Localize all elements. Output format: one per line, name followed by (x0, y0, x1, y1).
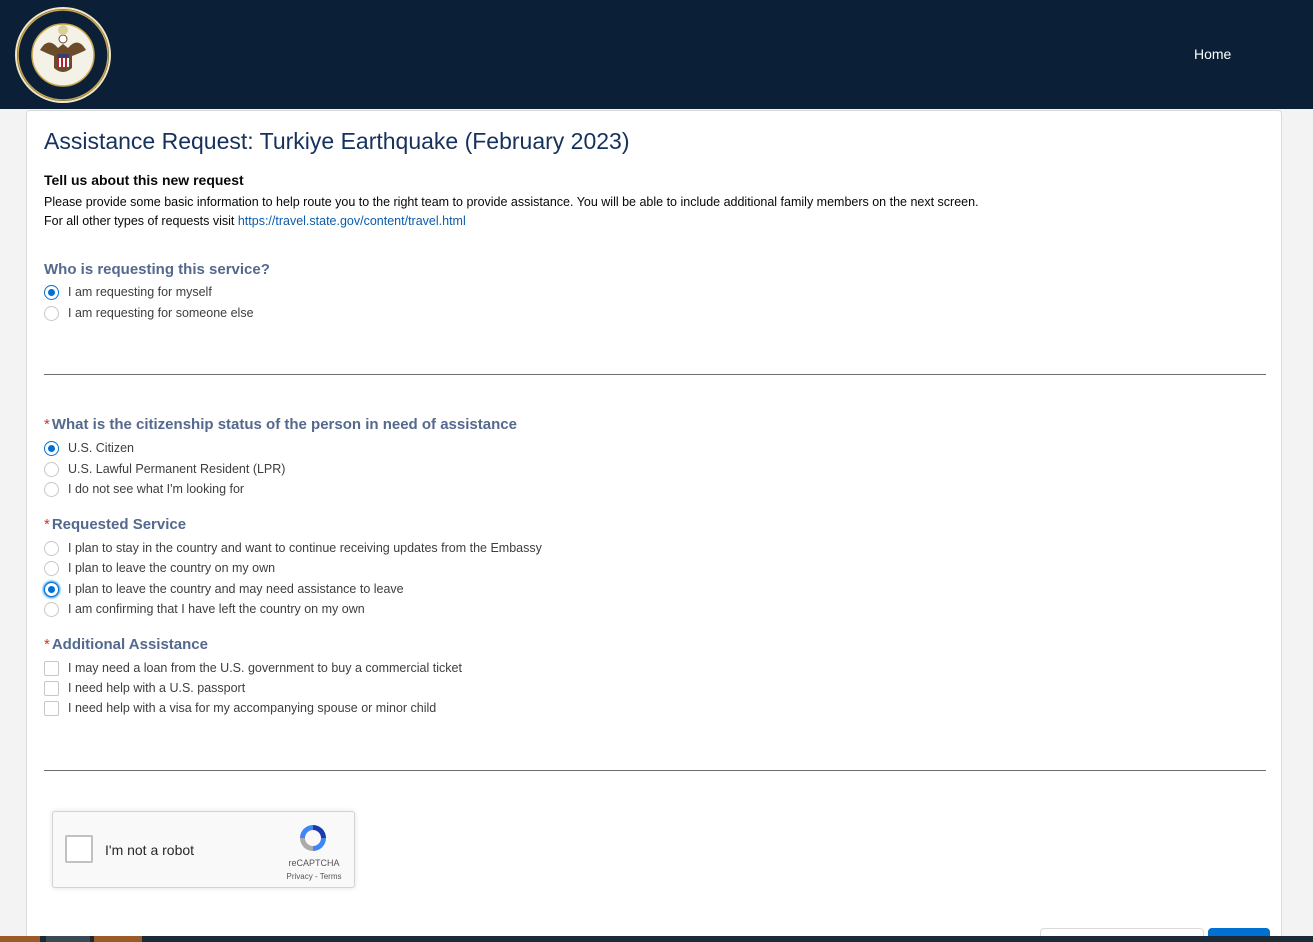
required-asterisk: * (44, 516, 50, 533)
recaptcha-label: I'm not a robot (105, 842, 195, 858)
recaptcha-logo-icon (300, 825, 326, 851)
form-subtitle: Tell us about this new request (44, 172, 244, 188)
citizenship-option-not-listed[interactable]: I do not see what I'm looking for (44, 480, 244, 498)
assistance-option-label: I need help with a U.S. passport (68, 681, 246, 695)
top-navigation-bar: Home (0, 0, 1313, 109)
strip-segment (0, 936, 40, 942)
service-option-confirm-left[interactable]: I am confirming that I have left the cou… (44, 600, 365, 618)
service-option-label: I plan to leave the country and may need… (68, 582, 404, 596)
recaptcha-widget: I'm not a robot reCAPTCHA Privacy - Term… (52, 811, 355, 888)
radio-button-selected[interactable] (44, 581, 59, 597)
radio-button[interactable] (44, 305, 59, 321)
required-asterisk: * (44, 416, 50, 433)
service-question-label: * Requested Service (44, 516, 186, 533)
assistance-request-form-card: Assistance Request: Turkiye Earthquake (… (26, 110, 1282, 942)
citizenship-option-label: U.S. Citizen (68, 441, 134, 455)
recaptcha-privacy-terms-links[interactable]: Privacy - Terms (279, 872, 349, 881)
radio-button[interactable] (44, 560, 59, 576)
radio-button[interactable] (44, 601, 59, 617)
checkbox[interactable] (44, 680, 59, 696)
nav-home-link[interactable]: Home (1194, 46, 1231, 62)
assistance-question-label: * Additional Assistance (44, 636, 208, 653)
section-divider (44, 374, 1266, 375)
citizenship-option-lpr[interactable]: U.S. Lawful Permanent Resident (LPR) (44, 460, 285, 478)
service-question-text: Requested Service (51, 516, 187, 533)
bottom-strip (0, 936, 1313, 942)
checkbox[interactable] (44, 700, 59, 716)
travel-state-gov-link[interactable]: https://travel.state.gov/content/travel.… (238, 214, 466, 228)
strip-segment (94, 936, 142, 942)
assistance-option-visa[interactable]: I need help with a visa for my accompany… (44, 699, 436, 717)
service-option-leave-own[interactable]: I plan to leave the country on my own (44, 559, 275, 577)
assistance-question-text: Additional Assistance (51, 636, 208, 653)
requester-option-someone-else[interactable]: I am requesting for someone else (44, 304, 254, 322)
radio-button[interactable] (44, 461, 59, 477)
department-of-state-seal-logo[interactable] (14, 6, 112, 104)
strip-segment (46, 936, 90, 942)
other-requests-prefix: For all other types of requests visit (44, 214, 238, 228)
citizenship-option-label: I do not see what I'm looking for (68, 482, 245, 496)
service-option-label: I plan to leave the country on my own (68, 561, 276, 575)
radio-button-selected[interactable] (44, 440, 59, 456)
section-divider (44, 770, 1266, 771)
service-option-stay[interactable]: I plan to stay in the country and want t… (44, 539, 542, 557)
radio-button[interactable] (44, 481, 59, 497)
service-option-label: I plan to stay in the country and want t… (68, 541, 542, 555)
service-option-label: I am confirming that I have left the cou… (68, 602, 365, 616)
citizenship-option-us-citizen[interactable]: U.S. Citizen (44, 439, 134, 457)
requester-option-label: I am requesting for someone else (68, 306, 254, 320)
recaptcha-checkbox[interactable] (65, 835, 93, 863)
other-requests-text: For all other types of requests visit ht… (44, 214, 466, 228)
citizenship-option-label: U.S. Lawful Permanent Resident (LPR) (68, 462, 286, 476)
assistance-option-loan[interactable]: I may need a loan from the U.S. governme… (44, 659, 462, 677)
recaptcha-brand: reCAPTCHA (288, 858, 340, 868)
radio-button-selected[interactable] (44, 284, 59, 300)
requester-option-label: I am requesting for myself (68, 285, 212, 299)
radio-button[interactable] (44, 540, 59, 556)
citizenship-question-text: What is the citizenship status of the pe… (51, 416, 517, 433)
checkbox[interactable] (44, 660, 59, 676)
required-asterisk: * (44, 636, 50, 653)
requester-question-label: Who is requesting this service? (44, 261, 270, 278)
service-option-leave-assistance[interactable]: I plan to leave the country and may need… (44, 580, 404, 598)
citizenship-question-label: * What is the citizenship status of the p… (44, 416, 517, 433)
assistance-option-passport[interactable]: I need help with a U.S. passport (44, 679, 245, 697)
requester-option-myself[interactable]: I am requesting for myself (44, 283, 212, 301)
assistance-option-label: I need help with a visa for my accompany… (68, 701, 437, 715)
page-title: Assistance Request: Turkiye Earthquake (… (44, 128, 630, 154)
form-intro-text: Please provide some basic information to… (44, 195, 979, 209)
assistance-option-label: I may need a loan from the U.S. governme… (68, 661, 462, 675)
